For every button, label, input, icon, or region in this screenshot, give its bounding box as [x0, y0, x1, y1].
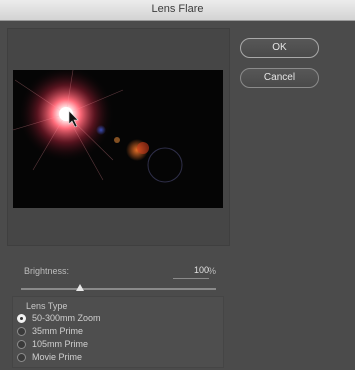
brightness-row: Brightness: 100 %: [20, 265, 220, 280]
lens-option-label: Movie Prime: [32, 352, 83, 362]
lens-option-label: 105mm Prime: [32, 339, 89, 349]
flare-preview[interactable]: [13, 70, 223, 208]
lens-option-label: 50-300mm Zoom: [32, 313, 101, 323]
radio-button[interactable]: [17, 353, 26, 362]
radio-button[interactable]: [17, 327, 26, 336]
title-bar[interactable]: Lens Flare: [0, 0, 355, 21]
radio-button[interactable]: [17, 314, 26, 323]
window-title: Lens Flare: [151, 3, 204, 15]
brightness-label: Brightness:: [24, 266, 70, 276]
brightness-input[interactable]: 100: [173, 265, 209, 279]
flare-preview-image: [13, 70, 183, 183]
radio-button[interactable]: [17, 340, 26, 349]
lens-flare-dialog: Lens Flare OK Cancel Brightness: 100 % L…: [0, 0, 355, 370]
ok-button[interactable]: OK: [240, 38, 319, 58]
cancel-button[interactable]: Cancel: [240, 68, 319, 88]
lens-option-label: 35mm Prime: [32, 326, 84, 336]
lens-type-title: Lens Type: [26, 301, 68, 311]
brightness-slider-thumb[interactable]: [75, 284, 84, 291]
brightness-unit: %: [208, 266, 217, 276]
brightness-slider-track[interactable]: [21, 288, 216, 290]
